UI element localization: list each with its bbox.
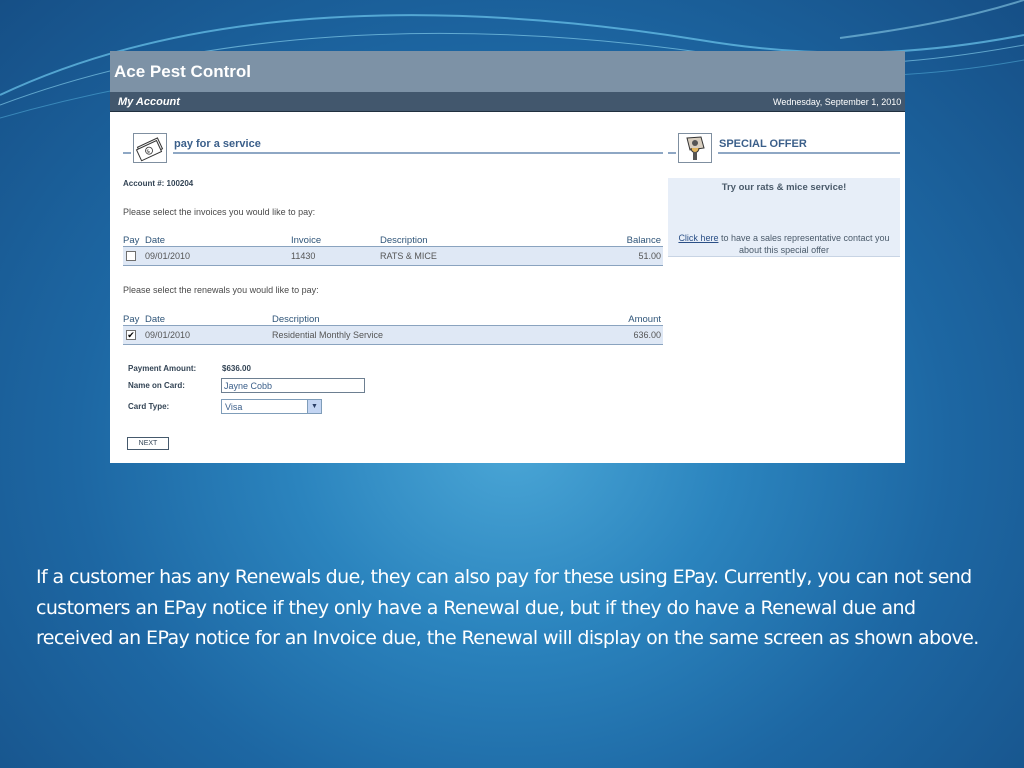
next-button[interactable]: NEXT [127, 437, 169, 450]
col-date: Date [145, 235, 166, 246]
divider [718, 152, 900, 154]
card-type-select[interactable]: Visa ▼ [221, 399, 322, 414]
col-pay: Pay [123, 314, 140, 325]
click-here-link[interactable]: Click here [678, 233, 718, 243]
nav-my-account[interactable]: My Account [110, 96, 180, 108]
offer-contact-text: Click here to have a sales representativ… [668, 232, 900, 256]
invoice-table: Pay Date Invoice Description Balance 09/… [123, 233, 663, 266]
name-on-card-label: Name on Card: [128, 381, 185, 390]
row-invoice: 11430 [291, 251, 316, 261]
col-description: Description [272, 314, 320, 325]
row-date: 09/01/2010 [145, 330, 191, 340]
payment-amount-label: Payment Amount: [128, 364, 197, 373]
col-invoice: Invoice [291, 235, 322, 246]
app-screenshot: Ace Pest Control My Account Wednesday, S… [110, 51, 905, 463]
offer-section-header: SPECIAL OFFER [668, 133, 900, 173]
col-amount: Amount [628, 314, 661, 325]
slide-caption: If a customer has any Renewals due, they… [36, 566, 979, 649]
table-row: 09/01/2010 11430 RATS & MICE 51.00 [123, 247, 663, 266]
divider [668, 152, 676, 154]
row-balance: 51.00 [638, 251, 661, 261]
renewals-prompt: Please select the renewals you would lik… [123, 285, 319, 295]
renewal-pay-checkbox[interactable]: ✔ [126, 330, 136, 340]
renewal-table: Pay Date Description Amount ✔ 09/01/2010… [123, 312, 663, 345]
app-title: Ace Pest Control [114, 62, 251, 81]
invoices-prompt: Please select the invoices you would lik… [123, 207, 316, 217]
row-description: Residential Monthly Service [272, 330, 384, 340]
col-balance: Balance [626, 235, 661, 246]
col-description: Description [380, 235, 428, 246]
invoice-table-header: Pay Date Invoice Description Balance [123, 233, 663, 247]
table-row: ✔ 09/01/2010 Residential Monthly Service… [123, 326, 663, 345]
card-type-label: Card Type: [128, 402, 170, 411]
col-pay: Pay [123, 235, 140, 246]
pay-section-header: $ pay for a service [123, 133, 663, 173]
current-date: Wednesday, September 1, 2010 [773, 96, 902, 107]
divider [123, 152, 131, 154]
app-header: Ace Pest Control [110, 51, 905, 92]
pay-section-title: pay for a service [174, 138, 261, 150]
offer-panel: Try our rats & mice service! Click here … [668, 178, 900, 257]
row-date: 09/01/2010 [145, 251, 191, 261]
chevron-down-icon[interactable]: ▼ [307, 400, 321, 413]
col-date: Date [145, 314, 166, 325]
row-description: RATS & MICE [380, 251, 437, 261]
name-on-card-input[interactable] [221, 378, 365, 393]
payment-amount-value: $636.00 [222, 364, 251, 373]
nav-bar: My Account Wednesday, September 1, 2010 [110, 92, 905, 112]
row-amount: 636.00 [633, 330, 661, 340]
divider [173, 152, 663, 154]
money-bill-icon: $ [133, 133, 167, 163]
card-type-value: Visa [225, 402, 243, 412]
renewal-table-header: Pay Date Description Amount [123, 312, 663, 326]
offer-contact-desc: to have a sales representative contact y… [718, 233, 890, 255]
pest-control-tag-icon [678, 133, 712, 163]
pay-checkbox[interactable] [126, 251, 136, 261]
account-number: Account #: 100204 [123, 179, 194, 188]
offer-headline: Try our rats & mice service! [721, 182, 847, 193]
offer-section-title: SPECIAL OFFER [719, 138, 807, 150]
